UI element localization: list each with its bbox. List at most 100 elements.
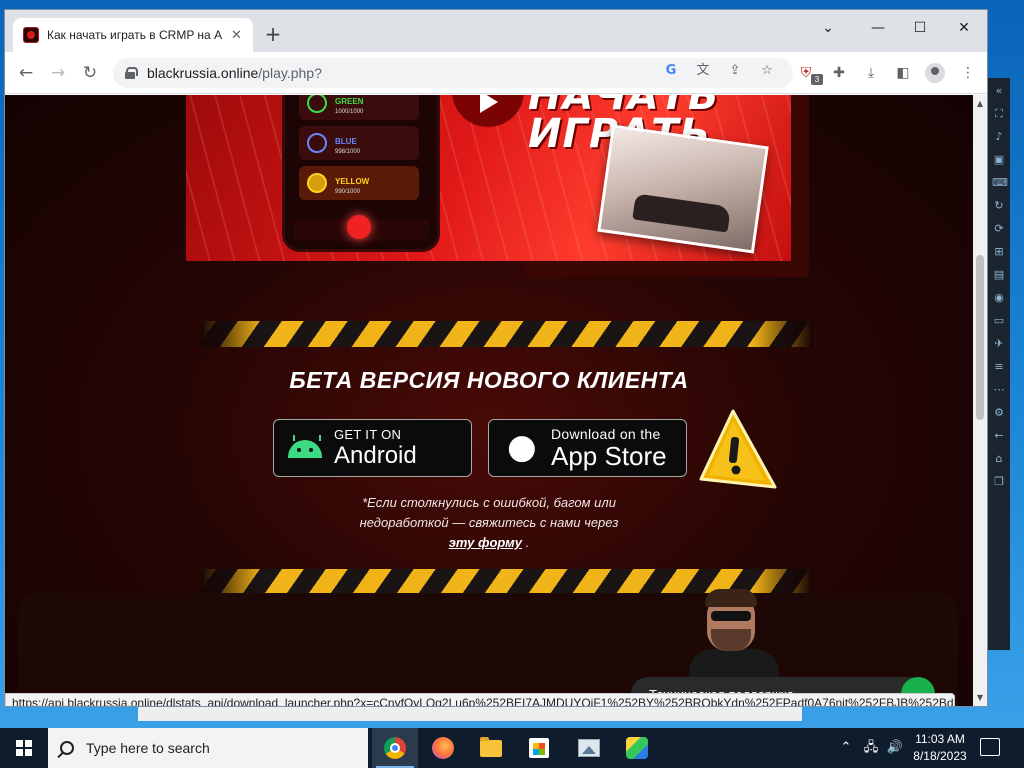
url-host: blackrussia.online [147,65,259,81]
translate-icon[interactable]: 文 [693,61,713,81]
url-path: /play.php? [258,65,322,81]
appstore-download-button[interactable]: ● Download on the App Store [488,419,687,477]
tab-close-icon[interactable]: ✕ [231,28,242,43]
recents-icon[interactable]: ❐ [992,475,1006,489]
tab-strip: Как начать играть в CRMP на А ✕ + ⌄ — ☐ … [5,10,987,52]
taskbar-bluestacks[interactable] [614,728,660,768]
agent-hair [705,589,757,607]
volume-icon[interactable]: ♪ [992,130,1006,144]
scroll-down-icon[interactable]: ▼ [975,693,985,703]
puzzle-extensions-icon[interactable]: ✚ [828,62,850,84]
windows-logo-pane [25,740,32,747]
image-viewer-icon [578,739,600,757]
start-playing-banner[interactable]: GREEN 1000/1000 BLUE 998/1000 YELLOW 990/10… [186,95,791,261]
car-silhouette [632,193,731,233]
taskbar-chrome[interactable] [372,728,418,768]
refresh-icon[interactable]: ⟳ [992,222,1006,236]
back-icon[interactable]: ← [992,429,1006,443]
rotate-icon[interactable]: ↻ [992,199,1006,213]
tab-search-chevron-down-icon[interactable]: ⌄ [813,16,843,40]
phone-play-icon [347,215,371,239]
android-big-label: Android [334,442,417,469]
extension-badge: 3 [811,74,823,85]
fullscreen-icon[interactable]: ⛶ [992,107,1006,121]
beta-title: БЕТА ВЕРСИЯ НОВОГО КЛИЕНТА [289,367,689,393]
minimize-button[interactable]: — [863,16,893,40]
green-badge-icon [307,95,327,113]
taskbar-search-box[interactable]: Type here to search [48,728,368,768]
share-icon[interactable]: ⇪ [725,61,745,81]
city-photo [597,124,769,254]
bluestacks-icon [626,737,648,759]
appstore-big-label: App Store [551,441,667,471]
taskbar-store[interactable] [516,728,562,768]
search-placeholder: Type here to search [86,740,210,756]
store-icon [529,738,549,758]
close-window-button[interactable]: ✕ [949,16,979,40]
airplane-icon[interactable]: ✈ [992,337,1006,351]
scroll-up-icon[interactable]: ▲ [975,99,985,109]
taskbar-firefox[interactable] [420,728,466,768]
layers-icon[interactable]: ≡ [992,360,1006,374]
back-button[interactable]: ← [13,60,39,86]
tab-title: Как начать играть в CRMP на А [47,28,223,42]
tab-active[interactable]: Как начать играть в CRMP на А ✕ [13,18,253,52]
folder-icon [480,736,502,757]
folder-icon[interactable]: ▭ [992,314,1006,328]
android-download-button[interactable]: GET IT ON Android [273,419,472,477]
feedback-form-link[interactable]: эту форму [449,535,522,550]
network-icon[interactable]: 🖧 [860,728,882,768]
site-favicon-icon [23,27,39,43]
windows-logo-pane [25,749,32,756]
appstore-small-label: Download on the [551,426,661,442]
reload-button[interactable]: ↻ [77,60,103,86]
android-small-label: GET IT ON [334,427,402,442]
bug-report-note: *Если столкнулись с ошибкой, багом или н… [305,493,673,553]
settings-icon[interactable]: ⚙ [992,406,1006,420]
warning-triangle-icon [699,409,777,489]
taskbar-photos[interactable] [566,728,612,768]
scroll-thumb[interactable] [976,255,984,420]
phone-card-blue: BLUE 998/1000 [299,126,419,160]
keyboard-icon[interactable]: ⌨ [992,176,1008,190]
collapse-icon[interactable]: « [992,84,1006,98]
note-line-2: недоработкой — свяжитесь с нами через [359,515,619,530]
link-status-bar: https://api.blackrussia.online/dlstats_a… [5,693,955,706]
taskbar-clock[interactable]: 11:03 AM 8/18/2023 [906,731,974,765]
page-scrollbar[interactable]: ▲ ▼ [973,95,987,706]
phone-card-green: GREEN 1000/1000 [299,95,419,120]
windows-logo-pane [16,749,23,756]
bookmark-star-icon[interactable]: ☆ [757,61,777,81]
maximize-button[interactable]: ☐ [905,16,935,40]
tray-chevron-up-icon[interactable]: ⌃ [836,728,856,768]
lock-icon[interactable] [125,67,138,79]
taskbar-file-explorer[interactable] [468,728,514,768]
forward-button[interactable]: → [45,60,71,86]
address-bar[interactable]: blackrussia.online/play.php? [113,58,793,88]
notification-center-icon[interactable] [980,738,1000,756]
volume-tray-icon[interactable]: 🔊 [884,728,906,768]
side-panel-icon[interactable]: ◧ [892,62,914,84]
browser-window: Как начать играть в CRMP на А ✕ + ⌄ — ☐ … [4,9,988,707]
start-button[interactable] [0,728,48,768]
search-icon [60,741,74,755]
menu-kebab-icon[interactable]: ⋮ [957,62,979,84]
home-icon[interactable]: ⌂ [992,452,1006,466]
profile-avatar[interactable] [925,63,945,83]
download-icon[interactable]: ⤓ [860,62,882,84]
windows-taskbar: Type here to search ⌃ 🖧 🔊 11:03 AM 8/18/… [0,728,1024,768]
google-lens-icon[interactable]: G [661,61,681,81]
emulator-side-toolbar: « ⛶ ♪ ▣ ⌨ ↻ ⟳ ⊞ ▤ ◉ ▭ ✈ ≡ ⋯ ⚙ ← ⌂ ❐ [988,78,1010,650]
chrome-icon [384,737,406,759]
browser-toolbar: ← → ↻ blackrussia.online/play.php? G 文 ⇪… [5,52,987,94]
apk-icon[interactable]: ▤ [992,268,1006,282]
yellow-badge-icon [307,173,327,193]
new-tab-button[interactable]: + [261,22,285,46]
more-icon[interactable]: ⋯ [992,383,1006,397]
sunglasses-icon [711,611,751,621]
screen-icon[interactable]: ▣ [992,153,1006,167]
gamepad-icon[interactable]: ⊞ [992,245,1006,259]
camera-icon[interactable]: ◉ [992,291,1006,305]
clock-time: 11:03 AM [915,732,965,746]
phone-card-sub: 1000/1000 [335,109,364,115]
